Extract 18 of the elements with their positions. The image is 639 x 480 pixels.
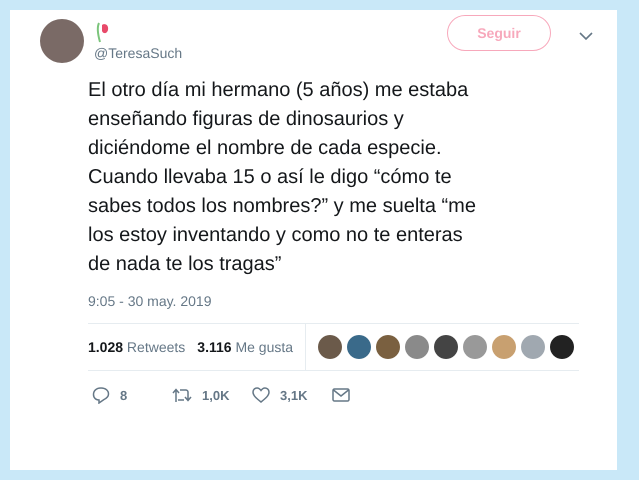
- user-handle[interactable]: @TeresaSuch: [94, 45, 447, 61]
- chevron-down-icon[interactable]: [579, 32, 593, 40]
- heart-icon[interactable]: [252, 387, 270, 403]
- action-count: 8: [120, 388, 128, 402]
- action-count: 3,1K: [280, 388, 308, 402]
- avatar[interactable]: [40, 19, 84, 63]
- tweet-text: El otro día mi hermano (5 años) me estaba enseñando figuras de dinosaurios y diciéndome el nombre de cada especie. Cuando llevaba 15 o así le digo “cómo te sabes todos los nombres?” y me suelta “me los estoy inventando y como no te enteras de nada te los tragas”: [88, 78, 477, 277]
- envelope-icon[interactable]: [332, 388, 350, 402]
- liker-avatar[interactable]: [550, 335, 574, 359]
- retweet-icon[interactable]: [172, 387, 192, 403]
- action-count: 1,0K: [202, 388, 230, 402]
- stat-link[interactable]: 3.116 Me gusta: [197, 339, 294, 355]
- liker-avatar[interactable]: [434, 335, 458, 359]
- timestamp[interactable]: 9:05 - 30 may. 2019: [88, 293, 579, 309]
- stat-link[interactable]: 1.028 Retweets: [88, 339, 186, 355]
- tulip-icon: [94, 21, 110, 43]
- liker-avatar[interactable]: [318, 335, 342, 359]
- reply-icon[interactable]: [92, 386, 110, 404]
